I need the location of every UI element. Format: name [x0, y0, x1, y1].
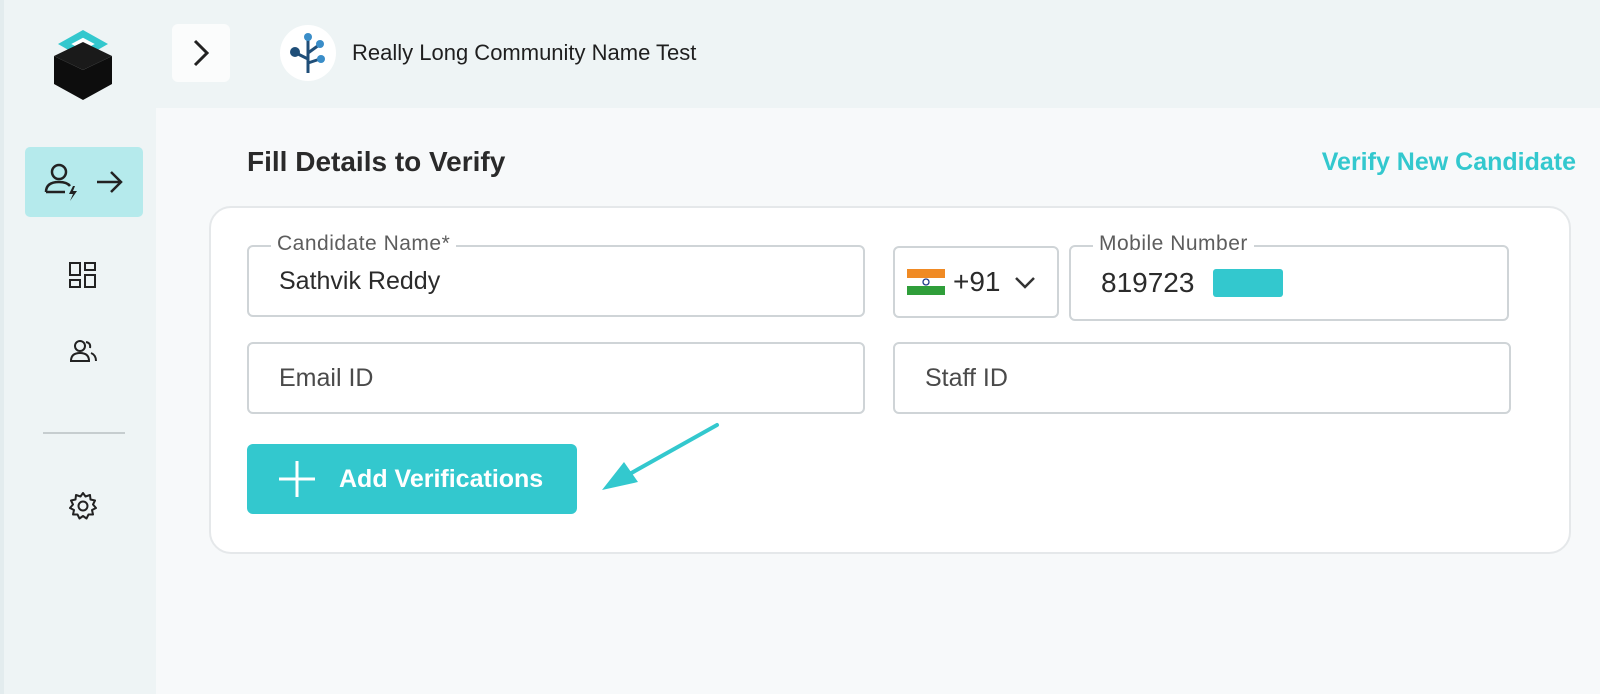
grid-icon: [69, 262, 96, 288]
sidebar-item-verify[interactable]: [25, 147, 143, 217]
sidebar-item-dashboard[interactable]: [54, 256, 112, 296]
email-field[interactable]: [247, 342, 865, 414]
app-logo[interactable]: [48, 26, 118, 102]
candidate-name-input[interactable]: [279, 247, 853, 315]
chevron-down-icon: [1014, 277, 1035, 289]
country-code: +91: [953, 266, 1001, 297]
sidebar: [0, 0, 156, 694]
staff-id-field[interactable]: [893, 342, 1511, 414]
sidebar-divider: [43, 432, 125, 434]
sidebar-toggle-button[interactable]: [172, 24, 230, 82]
users-icon: [69, 340, 97, 362]
redaction-mark: [1213, 269, 1283, 297]
tree-logo-icon: [290, 33, 325, 73]
page-title: Fill Details to Verify: [247, 146, 506, 177]
country-code-select[interactable]: +91: [893, 246, 1059, 318]
sidebar-item-settings[interactable]: [54, 486, 112, 526]
community-name: Really Long Community Name Test: [352, 40, 697, 65]
add-verifications-button[interactable]: Add Verifications: [247, 444, 577, 514]
sidebar-item-candidates[interactable]: [54, 332, 112, 372]
india-flag-icon: [907, 269, 945, 295]
email-input[interactable]: [279, 344, 853, 412]
verify-new-candidate-link[interactable]: Verify New Candidate: [1306, 148, 1576, 177]
top-bar: Really Long Community Name Test: [156, 0, 1600, 108]
staff-id-input[interactable]: [925, 344, 1499, 412]
mobile-number-field[interactable]: Mobile Number: [1069, 232, 1509, 321]
candidate-name-field[interactable]: Candidate Name*: [247, 232, 865, 317]
community-avatar[interactable]: [280, 25, 336, 81]
add-verifications-label: Add Verifications: [339, 464, 544, 493]
user-verify-icon: [44, 163, 77, 201]
chevron-right-icon: [193, 39, 210, 67]
mobile-number-input[interactable]: [1101, 247, 1497, 319]
arrow-right-icon: [97, 171, 123, 193]
main-content: Fill Details to Verify Verify New Candid…: [156, 108, 1600, 694]
verify-form-card: Candidate Name* +91 Mobile Number: [209, 206, 1571, 554]
gear-icon: [69, 492, 97, 520]
plus-icon: [279, 461, 315, 497]
